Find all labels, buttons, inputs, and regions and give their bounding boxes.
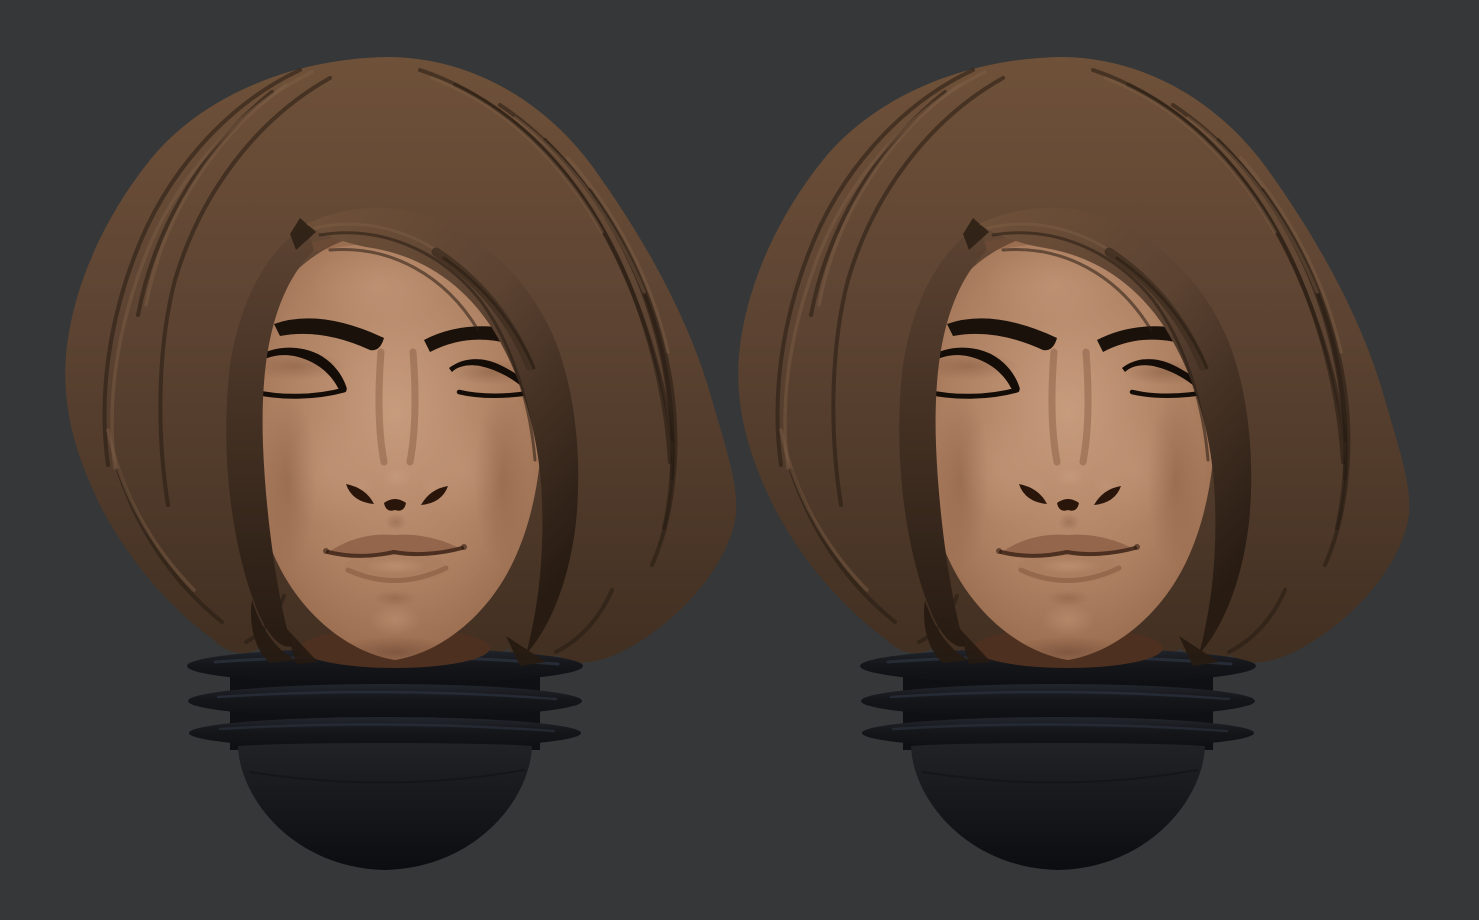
sculpt-viewport[interactable]	[0, 0, 1479, 920]
head-sculpt-right[interactable]	[738, 57, 1409, 870]
head-sculpt-left[interactable]	[65, 57, 736, 870]
viewport-canvas[interactable]	[0, 0, 1479, 920]
